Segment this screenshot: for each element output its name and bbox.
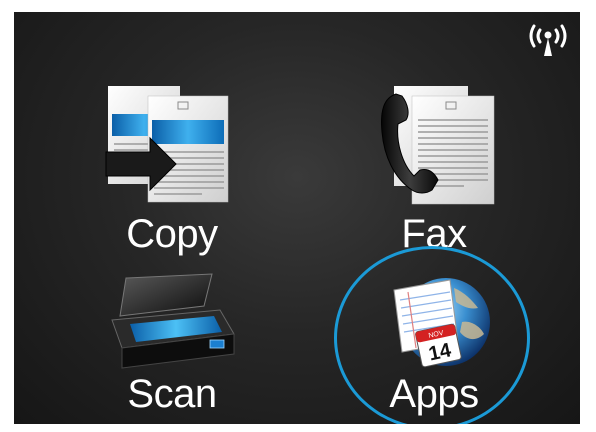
scan-label: Scan [127, 372, 217, 416]
apps-button[interactable]: NOV 14 Apps [354, 270, 514, 424]
scan-button[interactable]: Scan [92, 270, 252, 424]
copy-button[interactable]: Copy [92, 80, 252, 268]
fax-label: Fax [401, 212, 467, 256]
printer-control-panel-screen: Copy Fax Scan NOV 14 Apps [14, 12, 580, 424]
fax-button[interactable]: Fax [354, 80, 514, 268]
apps-icon: NOV 14 [393, 278, 490, 368]
scan-icon [111, 273, 235, 369]
copy-icon [105, 86, 229, 203]
wireless-signal-icon[interactable] [526, 18, 570, 58]
copy-label: Copy [126, 212, 218, 256]
apps-label: Apps [389, 372, 479, 416]
fax-icon [381, 86, 495, 205]
